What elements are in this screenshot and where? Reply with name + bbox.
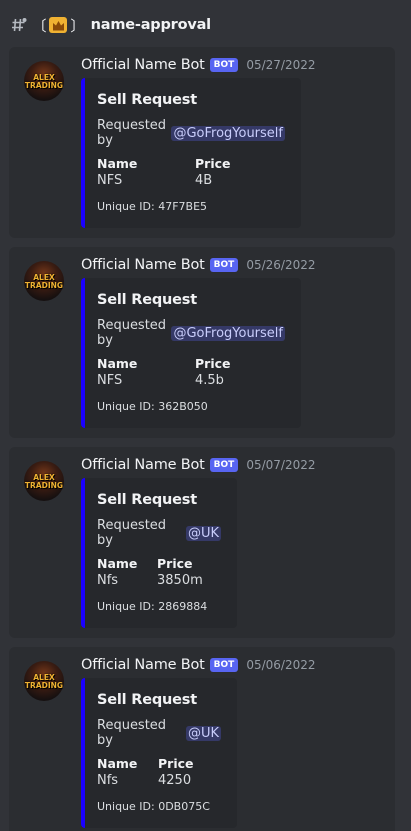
field-price-block: Price 3850m: [157, 556, 203, 588]
author-name[interactable]: Official Name Bot: [81, 257, 205, 273]
field-label-price: Price: [157, 556, 193, 571]
field-name-block: Name NFS: [97, 356, 195, 388]
field-price-block: Price 4250: [158, 756, 194, 788]
field-label-name: Name: [97, 356, 138, 371]
user-mention[interactable]: @GoFrogYourself: [171, 325, 285, 341]
timestamp[interactable]: 05/26/2022: [246, 258, 315, 272]
field-name-block: Name NFS: [97, 156, 195, 188]
embed: Sell Request Requested by @GoFrogYoursel…: [81, 78, 301, 228]
field-name-block: Name Nfs: [97, 756, 158, 788]
embed-description: Requested by @UK: [97, 518, 221, 548]
avatar-label-line2: TRADING: [24, 81, 64, 90]
field-value-name: NFS: [97, 173, 123, 188]
field-value-name: NFS: [97, 373, 123, 388]
message[interactable]: ALEX TRADING Official Name Bot BOT 05/27…: [9, 47, 395, 238]
avatar[interactable]: ALEX TRADING: [24, 261, 64, 301]
author-name[interactable]: Official Name Bot: [81, 457, 205, 473]
embed-fields: Name NFS Price 4B: [97, 156, 285, 188]
field-label-price: Price: [195, 156, 231, 171]
field-value-name: Nfs: [97, 573, 119, 588]
message-header: Official Name Bot BOT 05/26/2022: [81, 256, 316, 274]
avatar[interactable]: ALEX TRADING: [24, 661, 64, 701]
avatar[interactable]: ALEX TRADING: [24, 461, 64, 501]
embed-description: Requested by @UK: [97, 718, 221, 748]
field-label-price: Price: [158, 756, 194, 771]
message[interactable]: ALEX TRADING Official Name Bot BOT 05/07…: [9, 447, 395, 638]
embed-footer: Unique ID: 47F7BE5: [97, 200, 208, 213]
requested-by-label: Requested by: [97, 318, 167, 348]
channel-name: name-approval: [90, 17, 212, 33]
avatar[interactable]: ALEX TRADING: [24, 61, 64, 101]
bot-tag: BOT: [209, 58, 239, 72]
bracket-close: 〕: [70, 18, 85, 35]
channel-header: 〔 〕 name-approval: [0, 0, 411, 50]
embed-description: Requested by @GoFrogYourself: [97, 118, 285, 148]
embed-fields: Name Nfs Price 4250: [97, 756, 221, 788]
field-value-price: 4250: [158, 773, 192, 788]
requested-by-label: Requested by: [97, 718, 167, 748]
embed: Sell Request Requested by @UK Name Nfs P…: [81, 478, 237, 628]
bot-tag: BOT: [209, 458, 239, 472]
embed-footer: Unique ID: 2869884: [97, 600, 208, 613]
timestamp[interactable]: 05/06/2022: [246, 658, 315, 672]
embed-description: Requested by @GoFrogYourself: [97, 318, 285, 348]
field-label-name: Name: [97, 156, 138, 171]
embed: Sell Request Requested by @GoFrogYoursel…: [81, 278, 301, 428]
requested-by-label: Requested by: [97, 518, 167, 548]
bot-tag: BOT: [209, 258, 239, 272]
message[interactable]: ALEX TRADING Official Name Bot BOT 05/06…: [9, 647, 395, 831]
field-name-block: Name Nfs: [97, 556, 157, 588]
embed-fields: Name NFS Price 4.5b: [97, 356, 285, 388]
embed: Sell Request Requested by @UK Name Nfs P…: [81, 678, 237, 828]
embed-footer: Unique ID: 0DB075C: [97, 800, 210, 813]
timestamp[interactable]: 05/27/2022: [246, 58, 315, 72]
embed-fields: Name Nfs Price 3850m: [97, 556, 221, 588]
avatar-label-line2: TRADING: [24, 481, 64, 490]
author-name[interactable]: Official Name Bot: [81, 657, 205, 673]
crown-icon: [49, 17, 68, 33]
message-header: Official Name Bot BOT 05/06/2022: [81, 656, 316, 674]
field-label-name: Name: [97, 556, 138, 571]
avatar-label-line2: TRADING: [24, 681, 64, 690]
user-mention[interactable]: @UK: [185, 525, 221, 541]
message-header: Official Name Bot BOT 05/07/2022: [81, 456, 316, 474]
field-label-name: Name: [97, 756, 138, 771]
timestamp[interactable]: 05/07/2022: [246, 458, 315, 472]
field-value-price: 4.5b: [195, 373, 224, 388]
embed-title: Sell Request: [97, 692, 197, 708]
discord-channel-view: 〔 〕 name-approval ALEX TRADING Official …: [0, 0, 411, 831]
field-value-name: Nfs: [97, 773, 119, 788]
embed-title: Sell Request: [97, 492, 197, 508]
bot-tag: BOT: [209, 658, 239, 672]
embed-footer: Unique ID: 362B050: [97, 400, 208, 413]
message[interactable]: ALEX TRADING Official Name Bot BOT 05/26…: [9, 247, 395, 438]
embed-title: Sell Request: [97, 292, 197, 308]
user-mention[interactable]: @GoFrogYourself: [171, 125, 285, 141]
channel-title[interactable]: 〔 〕 name-approval: [31, 15, 211, 36]
message-header: Official Name Bot BOT 05/27/2022: [81, 56, 316, 74]
field-value-price: 4B: [195, 173, 213, 188]
author-name[interactable]: Official Name Bot: [81, 57, 205, 73]
field-value-price: 3850m: [157, 573, 203, 588]
avatar-label-line2: TRADING: [24, 281, 64, 290]
field-price-block: Price 4B: [195, 156, 231, 188]
field-price-block: Price 4.5b: [195, 356, 231, 388]
bracket-open: 〔: [32, 18, 47, 35]
requested-by-label: Requested by: [97, 118, 167, 148]
field-label-price: Price: [195, 356, 231, 371]
threads-channel-icon: [12, 18, 27, 32]
embed-title: Sell Request: [97, 92, 197, 108]
user-mention[interactable]: @UK: [185, 725, 221, 741]
